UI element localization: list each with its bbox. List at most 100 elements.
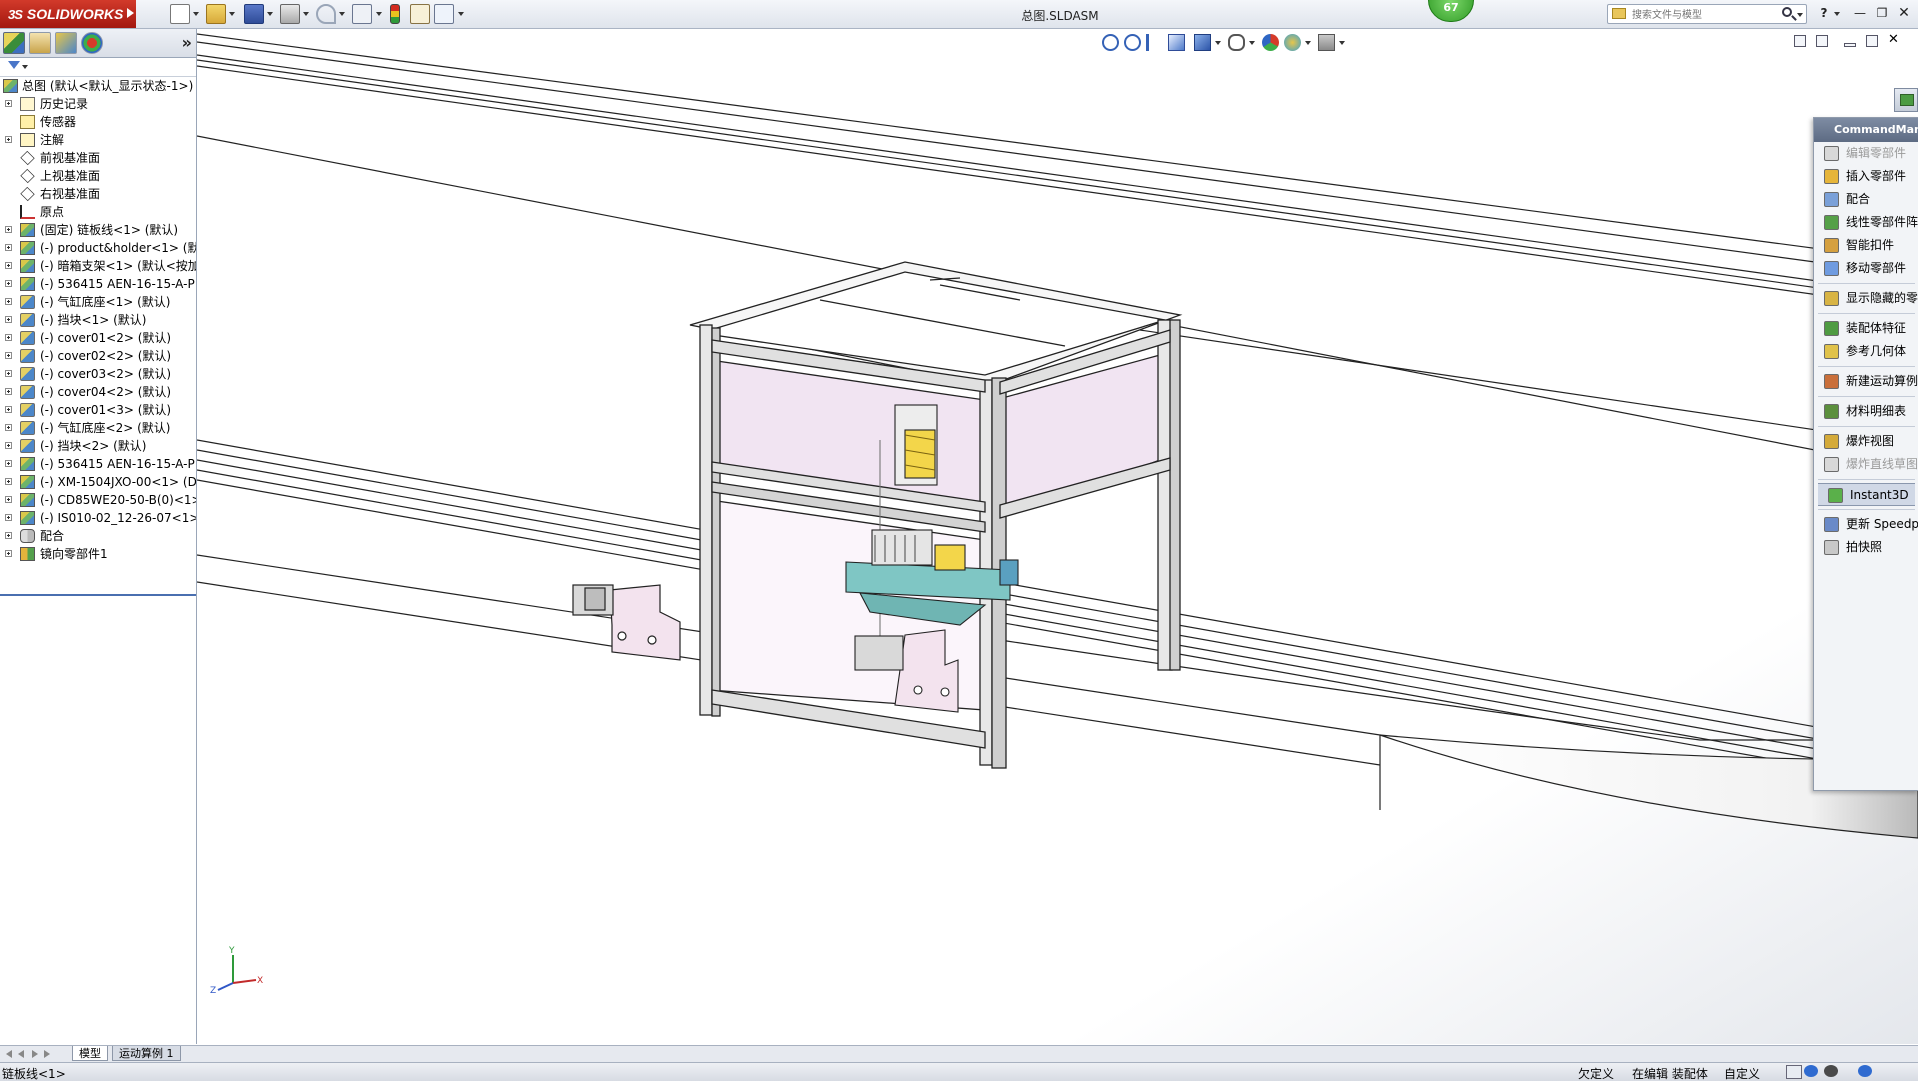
- tree-item[interactable]: 前视基准面: [0, 149, 196, 167]
- units-dropdown-icon[interactable]: [1786, 1065, 1802, 1079]
- chevron-down-icon[interactable]: [22, 65, 28, 69]
- previous-view-icon[interactable]: [1146, 34, 1163, 51]
- chevron-down-icon[interactable]: [1339, 41, 1345, 45]
- search-input[interactable]: [1630, 6, 1784, 24]
- tree-item[interactable]: (-) IS010-02_12-26-07<1>: [0, 509, 196, 527]
- help-icon[interactable]: ?: [1816, 6, 1832, 20]
- edit-appearance-icon[interactable]: [1262, 34, 1279, 51]
- command-button[interactable]: 线性零部件阵列: [1814, 211, 1918, 234]
- tree-item[interactable]: 右视基准面: [0, 185, 196, 203]
- expand-panel-icon[interactable]: »: [182, 33, 192, 52]
- tree-item[interactable]: (-) 挡块<1> (默认): [0, 311, 196, 329]
- tree-item[interactable]: (-) 气缸底座<2> (默认): [0, 419, 196, 437]
- minimize-document-icon[interactable]: [1844, 43, 1856, 47]
- expand-icon[interactable]: [5, 262, 12, 269]
- tree-item[interactable]: 上视基准面: [0, 167, 196, 185]
- command-button[interactable]: 装配体特征: [1814, 317, 1918, 340]
- configuration-manager-tab-icon[interactable]: [55, 32, 77, 54]
- tree-item[interactable]: (-) 536415 AEN-16-15-A-P: [0, 275, 196, 293]
- expand-icon[interactable]: [5, 352, 12, 359]
- search-box[interactable]: [1607, 4, 1807, 24]
- expand-icon[interactable]: [5, 532, 12, 539]
- expand-icon[interactable]: [5, 424, 12, 431]
- tree-root[interactable]: 总图 (默认<默认_显示状态-1>): [0, 77, 196, 95]
- tree-item[interactable]: (-) cover03<2> (默认): [0, 365, 196, 383]
- tree-item[interactable]: (-) CD85WE20-50-B(0)<1>: [0, 491, 196, 509]
- command-button[interactable]: 参考几何体: [1814, 340, 1918, 363]
- tree-item[interactable]: 历史记录: [0, 95, 196, 113]
- display-manager-tab-icon[interactable]: [81, 32, 103, 54]
- expand-icon[interactable]: [5, 478, 12, 485]
- filter-icon[interactable]: [8, 61, 20, 69]
- previous-tab-icon[interactable]: [18, 1050, 24, 1058]
- tree-item[interactable]: 传感器: [0, 113, 196, 131]
- chevron-down-icon[interactable]: [1215, 41, 1221, 45]
- tree-item[interactable]: (-) 536415 AEN-16-15-A-P: [0, 455, 196, 473]
- command-button[interactable]: 配合: [1814, 188, 1918, 211]
- command-button[interactable]: Instant3D: [1818, 483, 1915, 506]
- tree-item[interactable]: 原点: [0, 203, 196, 221]
- split-view-icon[interactable]: [1794, 35, 1806, 47]
- view-orientation-icon[interactable]: [1194, 34, 1211, 51]
- expand-icon[interactable]: [5, 244, 12, 251]
- tab-motion-study[interactable]: 运动算例 1: [112, 1046, 181, 1061]
- command-button[interactable]: 移动零部件: [1814, 257, 1918, 280]
- rebuild-status-icon[interactable]: [1804, 1065, 1818, 1077]
- chevron-down-icon[interactable]: [1305, 41, 1311, 45]
- property-manager-tab-icon[interactable]: [29, 32, 51, 54]
- status-info-icon[interactable]: [1824, 1065, 1838, 1077]
- expand-icon[interactable]: [5, 370, 12, 377]
- expand-icon[interactable]: [5, 442, 12, 449]
- close-document-icon[interactable]: ✕: [1888, 32, 1899, 47]
- command-button[interactable]: 更新 Speedpak: [1814, 513, 1918, 536]
- command-button[interactable]: 新建运动算例: [1814, 370, 1918, 393]
- status-units[interactable]: 自定义: [1724, 1065, 1760, 1082]
- expand-icon[interactable]: [5, 316, 12, 323]
- tree-item[interactable]: (-) cover02<2> (默认): [0, 347, 196, 365]
- command-button[interactable]: 智能扣件: [1814, 234, 1918, 257]
- expand-icon[interactable]: [5, 100, 12, 107]
- apply-scene-icon[interactable]: [1284, 34, 1301, 51]
- tree-item[interactable]: (-) XM-1504JXO-00<1> (D: [0, 473, 196, 491]
- tree-item[interactable]: (-) product&holder<1> (默: [0, 239, 196, 257]
- command-button[interactable]: 插入零部件: [1814, 165, 1918, 188]
- search-icon[interactable]: [1782, 7, 1792, 17]
- last-tab-icon[interactable]: [44, 1050, 50, 1058]
- tree-item[interactable]: (-) cover04<2> (默认): [0, 383, 196, 401]
- tree-item[interactable]: (-) cover01<3> (默认): [0, 401, 196, 419]
- command-manager-tab[interactable]: [1894, 88, 1918, 112]
- tree-item[interactable]: (-) 气缸底座<1> (默认): [0, 293, 196, 311]
- restore-icon[interactable]: ❐: [1874, 6, 1890, 20]
- view-settings-icon[interactable]: [1318, 34, 1335, 51]
- help-status-icon[interactable]: [1858, 1065, 1872, 1077]
- minimize-icon[interactable]: —: [1852, 6, 1868, 20]
- tree-item[interactable]: 注解: [0, 131, 196, 149]
- expand-icon[interactable]: [5, 514, 12, 521]
- tree-item[interactable]: (-) 挡块<2> (默认): [0, 437, 196, 455]
- expand-icon[interactable]: [5, 550, 12, 557]
- first-tab-icon[interactable]: [6, 1050, 12, 1058]
- display-style-icon[interactable]: [1228, 34, 1245, 51]
- restore-document-icon[interactable]: [1866, 35, 1878, 47]
- expand-icon[interactable]: [5, 388, 12, 395]
- expand-icon[interactable]: [5, 226, 12, 233]
- tree-item[interactable]: (-) cover01<2> (默认): [0, 329, 196, 347]
- tree-filter[interactable]: [0, 58, 196, 77]
- split-view-icon[interactable]: [1816, 35, 1828, 47]
- expand-icon[interactable]: [5, 280, 12, 287]
- command-button[interactable]: 材料明细表: [1814, 400, 1918, 423]
- expand-icon[interactable]: [5, 136, 12, 143]
- graphics-area[interactable]: Y X Z ✕: [197, 29, 1918, 1044]
- model-view-svg[interactable]: Y X Z: [197, 29, 1918, 1044]
- close-icon[interactable]: ✕: [1896, 6, 1912, 20]
- expand-icon[interactable]: [5, 334, 12, 341]
- chevron-down-icon[interactable]: [1249, 41, 1255, 45]
- command-button[interactable]: 拍快照: [1814, 536, 1918, 559]
- tree-item[interactable]: (-) 暗箱支架<1> (默认<按加: [0, 257, 196, 275]
- feature-tree-tab-icon[interactable]: [3, 32, 25, 54]
- expand-icon[interactable]: [5, 460, 12, 467]
- tab-model[interactable]: 模型: [72, 1046, 108, 1061]
- expand-icon[interactable]: [5, 298, 12, 305]
- chevron-down-icon[interactable]: [1797, 13, 1803, 17]
- tree-item[interactable]: 配合: [0, 527, 196, 545]
